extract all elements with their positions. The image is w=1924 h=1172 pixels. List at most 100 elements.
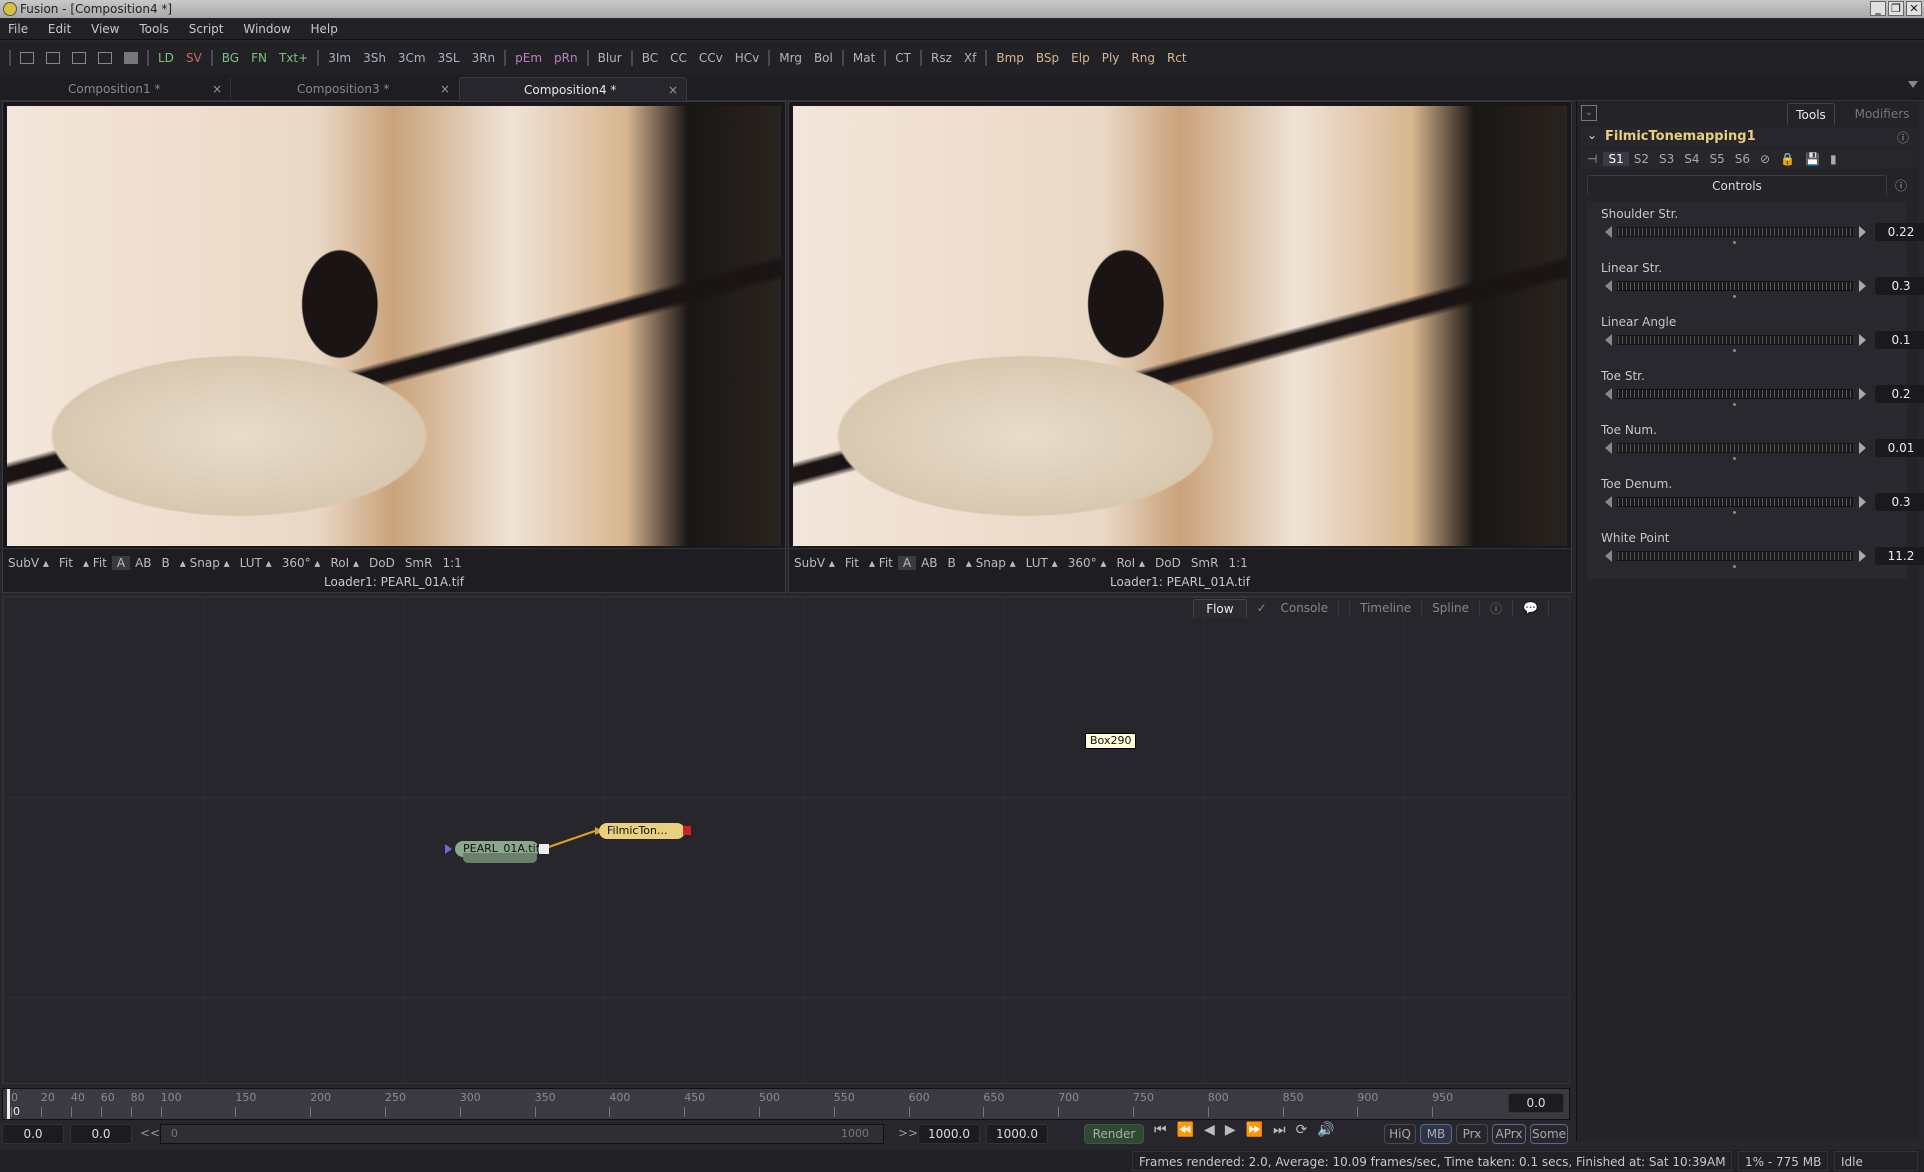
viewer-image[interactable] <box>793 106 1567 546</box>
toolbar-grip[interactable] <box>9 50 11 66</box>
tool-button-elp[interactable]: Elp <box>1065 51 1096 65</box>
tool-button-rsz[interactable]: Rsz <box>925 51 958 65</box>
tab-composition3[interactable]: Composition3 * × <box>230 77 458 101</box>
tool-button-fn[interactable]: FN <box>245 51 273 65</box>
color-swatch-icon[interactable]: ▮ <box>1825 152 1842 166</box>
increment-arrow-icon[interactable] <box>1859 280 1866 292</box>
slider-track[interactable] <box>1617 443 1853 453</box>
layout-stack-icon[interactable] <box>124 52 138 64</box>
render-button[interactable]: Render <box>1084 1124 1144 1144</box>
close-window-button[interactable]: ✕ <box>1906 1 1922 16</box>
increment-arrow-icon[interactable] <box>1859 226 1866 238</box>
controls-info-icon[interactable]: ⓘ <box>1895 177 1907 194</box>
tool-button-bc[interactable]: BC <box>636 51 664 65</box>
current-time-field[interactable]: 0.0 <box>1508 1093 1564 1113</box>
playhead[interactable] <box>7 1089 10 1119</box>
viewer-tool-11[interactable]: 1:1 <box>1223 556 1252 570</box>
control-value[interactable]: 0.3 <box>1875 493 1924 511</box>
viewer-tool-lut[interactable]: LUT ▴ <box>1021 556 1063 570</box>
viewer-tool-fit[interactable]: ▴ Fit <box>864 556 898 570</box>
viewer-tool-360[interactable]: 360° ▴ <box>1063 556 1112 570</box>
tool-button-ld[interactable]: LD <box>152 51 180 65</box>
tool-button-bsp[interactable]: BSp <box>1030 51 1065 65</box>
control-value[interactable]: 0.1 <box>1875 331 1924 349</box>
expand-chevron-icon[interactable]: ⌄ <box>1587 128 1597 142</box>
viewer-tool-roi[interactable]: RoI ▴ <box>325 556 364 570</box>
loop-icon[interactable]: ⟳ <box>1296 1122 1308 1138</box>
viewer-image[interactable] <box>7 106 781 546</box>
prx-button[interactable]: Prx <box>1456 1124 1488 1144</box>
increment-arrow-icon[interactable] <box>1859 550 1866 562</box>
menu-script[interactable]: Script <box>181 18 232 40</box>
tool-button-mat[interactable]: Mat <box>847 51 881 65</box>
viewer-tool-snap[interactable]: ▴ Snap ▴ <box>175 556 235 570</box>
tab-tools[interactable]: Tools <box>1787 103 1835 125</box>
tool-button-pem[interactable]: pEm <box>509 51 548 65</box>
tool-button-cc[interactable]: CC <box>664 51 693 65</box>
viewer-tool-ab[interactable]: AB <box>130 556 156 570</box>
slider-track[interactable] <box>1617 551 1853 561</box>
increment-arrow-icon[interactable] <box>1859 334 1866 346</box>
viewer-tool-lut[interactable]: LUT ▴ <box>235 556 277 570</box>
slider-track[interactable] <box>1617 497 1853 507</box>
menu-tools[interactable]: Tools <box>131 18 177 40</box>
time-ruler[interactable]: 0 20 40 60 80 100 150 200 250 300 350 400 450 500 550 6… <box>2 1088 1570 1120</box>
slider-track[interactable] <box>1617 227 1853 237</box>
tool-button-3sh[interactable]: 3Sh <box>357 51 392 65</box>
slider-track[interactable] <box>1617 335 1853 345</box>
toolbar-grip[interactable] <box>147 50 149 66</box>
viewer-tool-b[interactable]: B <box>157 556 175 570</box>
control-value[interactable]: 0.2 <box>1875 385 1924 403</box>
close-tab-icon[interactable]: × <box>440 77 450 101</box>
viewer-tool-11[interactable]: 1:1 <box>437 556 466 570</box>
play-reverse-icon[interactable]: ◀ <box>1204 1122 1215 1138</box>
layout-1-icon[interactable] <box>20 52 34 64</box>
render-start-field[interactable]: 0.0 <box>70 1124 132 1144</box>
tool-button-bmp[interactable]: Bmp <box>990 51 1030 65</box>
version-s2[interactable]: S2 <box>1629 152 1654 166</box>
go-to-start-icon[interactable]: ⏮ <box>1154 1122 1167 1138</box>
decrement-arrow-icon[interactable] <box>1605 226 1612 238</box>
lock-icon[interactable]: 🔒 <box>1775 152 1800 166</box>
viewer-tool-subv[interactable]: SubV ▴ <box>3 556 54 570</box>
menu-file[interactable]: File <box>0 18 36 40</box>
tool-button-mrg[interactable]: Mrg <box>773 51 808 65</box>
viewer-tool-smr[interactable]: SmR <box>400 556 438 570</box>
menu-help[interactable]: Help <box>303 18 346 40</box>
minimize-button[interactable]: _ <box>1870 1 1886 16</box>
rewind-range-button[interactable]: << <box>140 1126 160 1140</box>
step-back-icon[interactable]: ⏪ <box>1177 1122 1194 1138</box>
pin-icon[interactable]: ⊣ <box>1581 152 1603 166</box>
tool-button-ply[interactable]: Ply <box>1096 51 1126 65</box>
control-value[interactable]: 11.2 <box>1875 547 1924 565</box>
increment-arrow-icon[interactable] <box>1859 442 1866 454</box>
viewer-tool-360[interactable]: 360° ▴ <box>277 556 326 570</box>
mb-button[interactable]: MB <box>1420 1124 1452 1144</box>
restore-button[interactable]: ❐ <box>1888 1 1904 16</box>
viewer-tool-fit[interactable]: Fit <box>54 556 78 570</box>
layout-4-icon[interactable] <box>98 52 112 64</box>
version-s4[interactable]: S4 <box>1679 152 1704 166</box>
control-value[interactable]: 0.01 <box>1875 439 1924 457</box>
viewer-tool-fit[interactable]: Fit <box>840 556 864 570</box>
decrement-arrow-icon[interactable] <box>1605 388 1612 400</box>
tab-composition4[interactable]: Composition4 * × <box>459 77 687 101</box>
viewer-tool-subv[interactable]: SubV ▴ <box>789 556 840 570</box>
decrement-arrow-icon[interactable] <box>1605 280 1612 292</box>
range-slider[interactable]: 0 1000 <box>160 1124 884 1144</box>
tab-modifiers[interactable]: Modifiers <box>1847 103 1917 125</box>
tabs-dropdown-icon[interactable] <box>1908 81 1918 88</box>
viewer-tool-a[interactable]: A <box>897 556 917 570</box>
tool-header[interactable]: ⌄ FilmicTonemapping1 ⓘ <box>1581 127 1917 147</box>
close-tab-icon[interactable]: × <box>668 78 678 102</box>
menu-edit[interactable]: Edit <box>40 18 79 40</box>
control-value[interactable]: 0.22 <box>1875 223 1924 241</box>
viewer-tool-smr[interactable]: SmR <box>1186 556 1224 570</box>
tool-button-ct[interactable]: CT <box>889 51 917 65</box>
tool-button-rct[interactable]: Rct <box>1161 51 1193 65</box>
flow-editor[interactable]: Flow ✓ Console Timeline Spline ⓘ 💬 Box29… <box>2 596 1570 1084</box>
tool-button-xf[interactable]: Xf <box>958 51 982 65</box>
menu-view[interactable]: View <box>83 18 127 40</box>
output-port[interactable] <box>683 826 691 835</box>
hiq-button[interactable]: HiQ <box>1384 1124 1416 1144</box>
